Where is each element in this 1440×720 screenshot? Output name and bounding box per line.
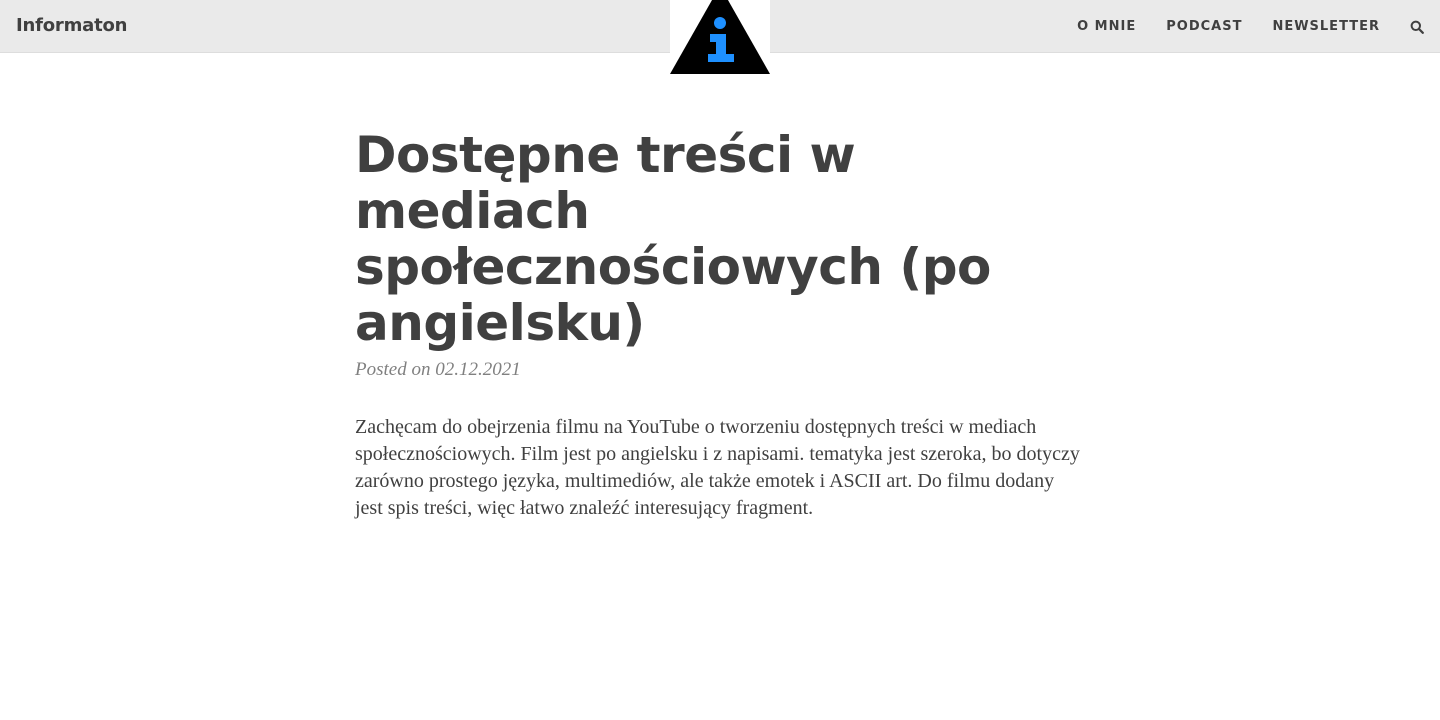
nav-menu: O MNIE PODCAST NEWSLETTER: [1077, 0, 1440, 53]
post: Dostępne treści w mediach społecznościow…: [355, 127, 1085, 522]
brand-link[interactable]: Informaton: [16, 15, 127, 36]
post-date: Posted on 02.12.2021: [355, 359, 521, 380]
info-triangle-icon: [670, 0, 770, 74]
site-logo[interactable]: [670, 0, 770, 76]
search-icon[interactable]: [1410, 20, 1424, 34]
nav-link-podcast[interactable]: PODCAST: [1166, 19, 1242, 34]
post-title: Dostępne treści w mediach społecznościow…: [355, 126, 991, 352]
navbar: Informaton O MNIE PODCAST NEWSLETTER: [0, 0, 1440, 76]
nav-link-newsletter[interactable]: NEWSLETTER: [1272, 19, 1380, 34]
nav-link-o-mnie[interactable]: O MNIE: [1077, 19, 1136, 34]
post-body: Zachęcam do obejrzenia filmu na YouTube …: [355, 416, 1080, 519]
